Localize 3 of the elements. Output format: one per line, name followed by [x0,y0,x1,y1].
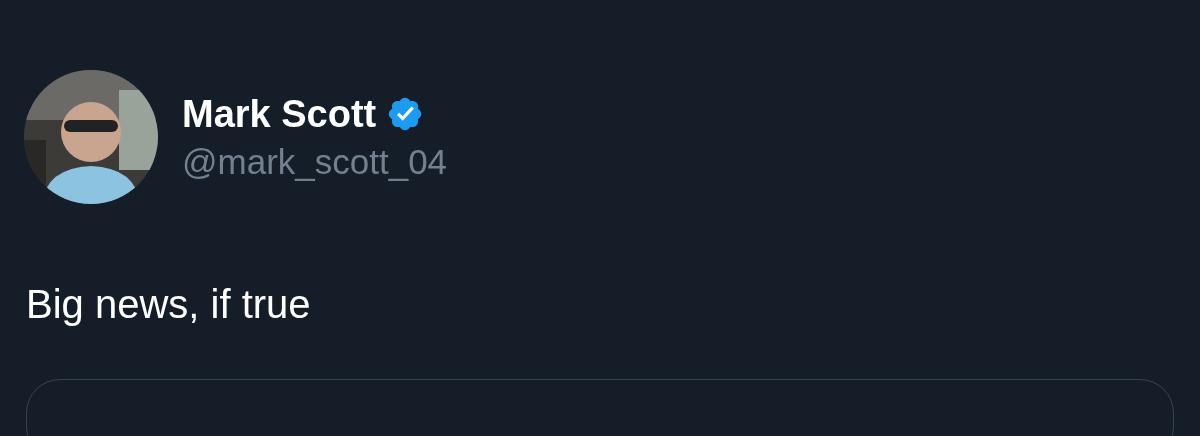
author-handle[interactable]: @mark_scott_04 [182,141,448,182]
author-name[interactable]: Mark Scott [182,92,377,136]
post-text: Big news, if true [26,282,312,327]
